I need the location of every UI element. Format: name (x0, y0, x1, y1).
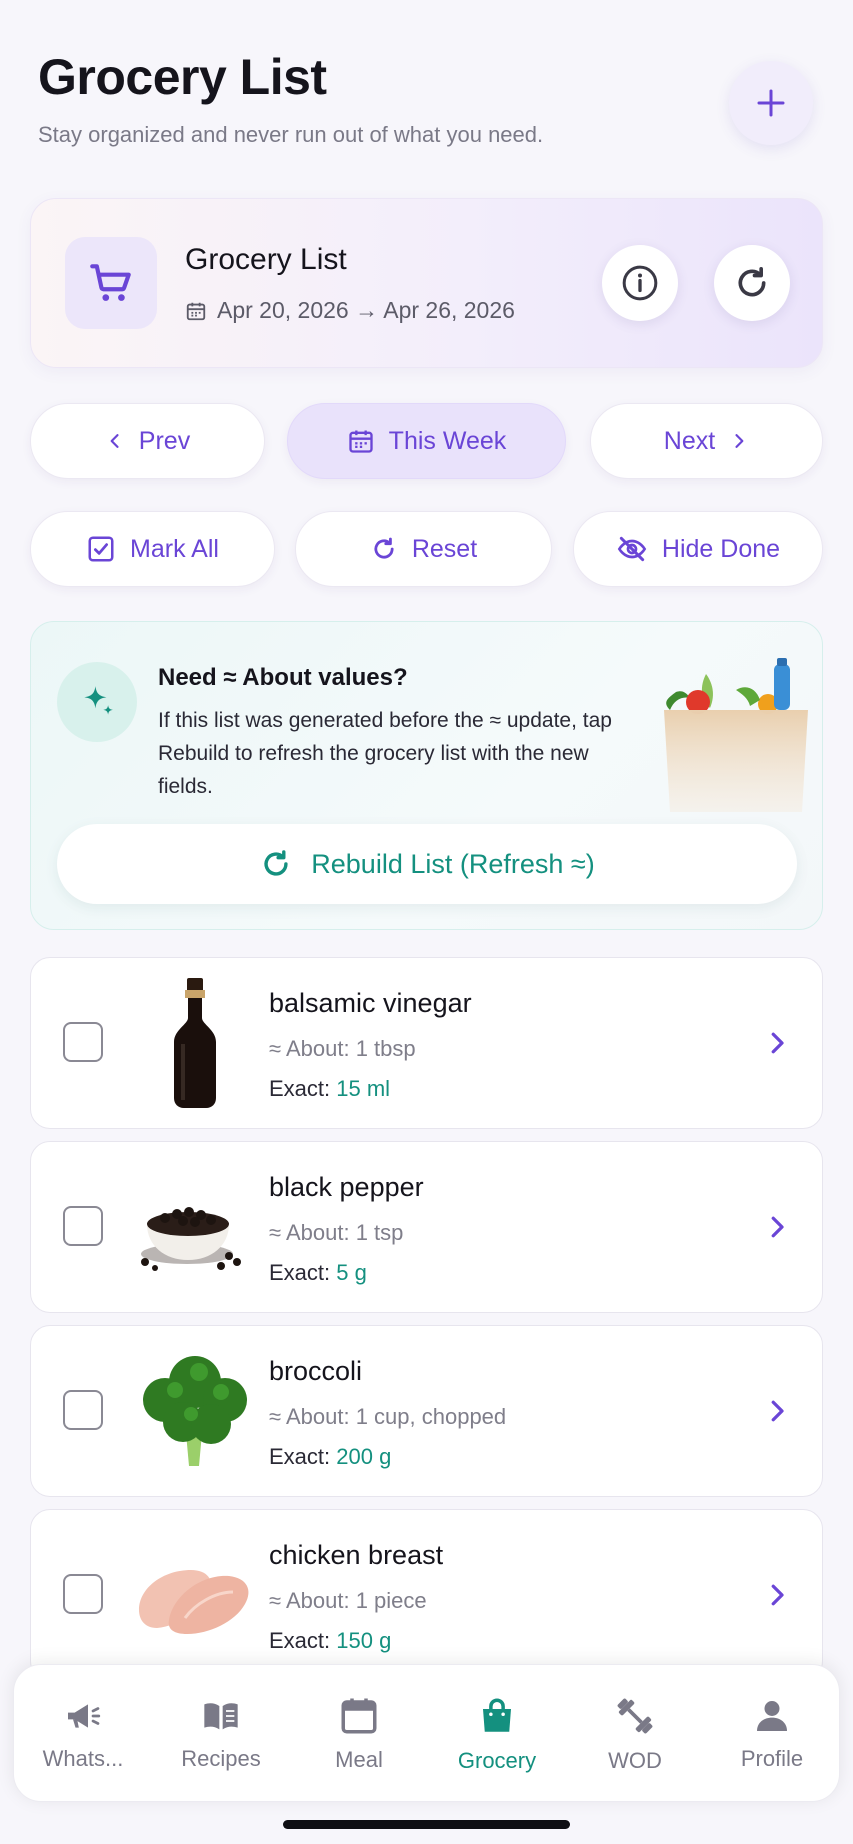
shopping-bag-icon (483, 1698, 511, 1732)
refresh-icon (738, 267, 766, 297)
chevron-right-icon[interactable] (762, 1396, 792, 1426)
prev-week-button[interactable]: Prev (30, 403, 265, 479)
exact-label: Exact: (269, 1444, 331, 1469)
info-button[interactable] (602, 245, 678, 321)
tab-recipes[interactable]: Recipes (152, 1665, 290, 1803)
broccoli-image (143, 1356, 247, 1466)
grocery-item[interactable]: balsamic vinegar ≈ About: 1 tbsp Exact: … (30, 957, 823, 1129)
sparkle-icon-circle (57, 662, 137, 742)
tab-wod[interactable]: WOD (566, 1665, 704, 1803)
tab-meal[interactable]: Meal (290, 1665, 428, 1803)
reset-button[interactable]: Reset (295, 511, 552, 587)
cart-icon (90, 264, 131, 301)
item-checkbox[interactable] (63, 1390, 103, 1430)
item-exact: Exact: 5 g (269, 1260, 367, 1286)
vinegar-bottle-image (174, 978, 216, 1108)
page-subtitle: Stay organized and never run out of what… (38, 122, 544, 147)
exact-value: 150 g (336, 1628, 392, 1653)
item-checkbox[interactable] (63, 1574, 103, 1614)
date-range-text: Apr 20, 2026 → Apr 26, 2026 (217, 297, 515, 323)
add-item-button[interactable] (729, 61, 813, 145)
book-icon (204, 1703, 238, 1730)
chevron-right-icon[interactable] (762, 1028, 792, 1058)
calendar-icon (341, 1698, 377, 1734)
chicken-breast-image (139, 1570, 249, 1634)
refresh-icon (374, 537, 394, 559)
megaphone-icon (68, 1704, 101, 1728)
home-indicator (283, 1820, 570, 1829)
prev-label: Prev (138, 426, 191, 455)
black-pepper-image (141, 1207, 241, 1271)
exact-value: 15 ml (336, 1076, 391, 1101)
about-values-info-card: Need ≈ About values? If this list was ge… (30, 621, 823, 930)
chevron-right-icon (735, 434, 744, 448)
exact-value: 200 g (336, 1444, 392, 1469)
chevron-right-icon[interactable] (762, 1580, 792, 1610)
item-name: broccoli (269, 1356, 363, 1386)
hide-done-button[interactable]: Hide Done (573, 511, 823, 587)
item-name: balsamic vinegar (269, 988, 472, 1018)
tab-label: Recipes (181, 1746, 261, 1771)
this-week-label: This Week (388, 426, 507, 455)
item-exact: Exact: 150 g (269, 1628, 391, 1654)
mark-all-button[interactable]: Mark All (30, 511, 275, 587)
item-name: black pepper (269, 1172, 424, 1202)
calendar-icon (186, 302, 206, 320)
this-week-button[interactable]: This Week (287, 403, 566, 479)
rebuild-label: Rebuild List (Refresh ≈) (311, 848, 595, 879)
item-about: ≈ About: 1 cup, chopped (269, 1404, 507, 1429)
info-title: Need ≈ About values? (158, 664, 408, 691)
rebuild-list-button[interactable]: Rebuild List (Refresh ≈) (57, 824, 797, 904)
page-title: Grocery List (38, 49, 327, 105)
item-exact: Exact: 200 g (269, 1444, 391, 1470)
grocery-bag-icon (664, 658, 808, 812)
exact-label: Exact: (269, 1260, 331, 1285)
tab-profile[interactable]: Profile (703, 1665, 841, 1803)
sparkle-icon (84, 686, 113, 715)
grocery-item[interactable]: black pepper ≈ About: 1 tsp Exact: 5 g (30, 1141, 823, 1313)
item-checkbox[interactable] (63, 1022, 103, 1062)
hide-done-label: Hide Done (661, 534, 781, 563)
page-header: Grocery List Stay organized and never ru… (38, 48, 815, 148)
item-about: ≈ About: 1 piece (269, 1588, 427, 1613)
tab-whats-new[interactable]: Whats... (14, 1665, 152, 1803)
reset-label: Reset (411, 534, 478, 563)
refresh-button[interactable] (714, 245, 790, 321)
exact-label: Exact: (269, 1628, 331, 1653)
tab-label: Whats... (42, 1746, 124, 1771)
grocery-summary-card: Grocery List Apr 20, 2026 → Apr 26, 2026 (30, 198, 823, 368)
exact-value: 5 g (336, 1260, 367, 1285)
item-name: chicken breast (269, 1540, 444, 1570)
grocery-item[interactable]: broccoli ≈ About: 1 cup, chopped Exact: … (30, 1325, 823, 1497)
summary-title: Grocery List (185, 243, 347, 276)
item-about: ≈ About: 1 tsp (269, 1220, 404, 1245)
info-text: If this list was generated before the ≈ … (158, 709, 612, 798)
eye-off-icon (617, 536, 647, 562)
tab-label: Meal (335, 1747, 383, 1772)
next-label: Next (663, 426, 716, 455)
refresh-icon (264, 850, 288, 876)
bottom-tab-bar: Whats... Recipes Meal Grocery WOD Profil… (13, 1664, 840, 1802)
plus-icon (757, 89, 785, 117)
tab-grocery[interactable]: Grocery (428, 1665, 566, 1803)
checkbox-checked-icon (88, 536, 114, 562)
item-exact: Exact: 15 ml (269, 1076, 390, 1102)
tab-label: Grocery (457, 1748, 537, 1773)
mark-all-label: Mark All (130, 534, 219, 563)
info-icon (622, 265, 658, 301)
chevron-left-icon (110, 434, 119, 448)
next-week-button[interactable]: Next (590, 403, 823, 479)
grocery-item[interactable]: chicken breast ≈ About: 1 piece Exact: 1… (30, 1509, 823, 1681)
cart-icon-box (65, 237, 157, 329)
dumbbell-icon (617, 1698, 653, 1734)
item-about: ≈ About: 1 tbsp (269, 1036, 416, 1061)
tab-label: WOD (608, 1748, 662, 1773)
calendar-icon (349, 430, 373, 453)
tab-label: Profile (740, 1746, 804, 1771)
item-checkbox[interactable] (63, 1206, 103, 1246)
person-icon (757, 1701, 787, 1731)
chevron-right-icon[interactable] (762, 1212, 792, 1242)
date-range: Apr 20, 2026 → Apr 26, 2026 (185, 297, 515, 324)
exact-label: Exact: (269, 1076, 331, 1101)
